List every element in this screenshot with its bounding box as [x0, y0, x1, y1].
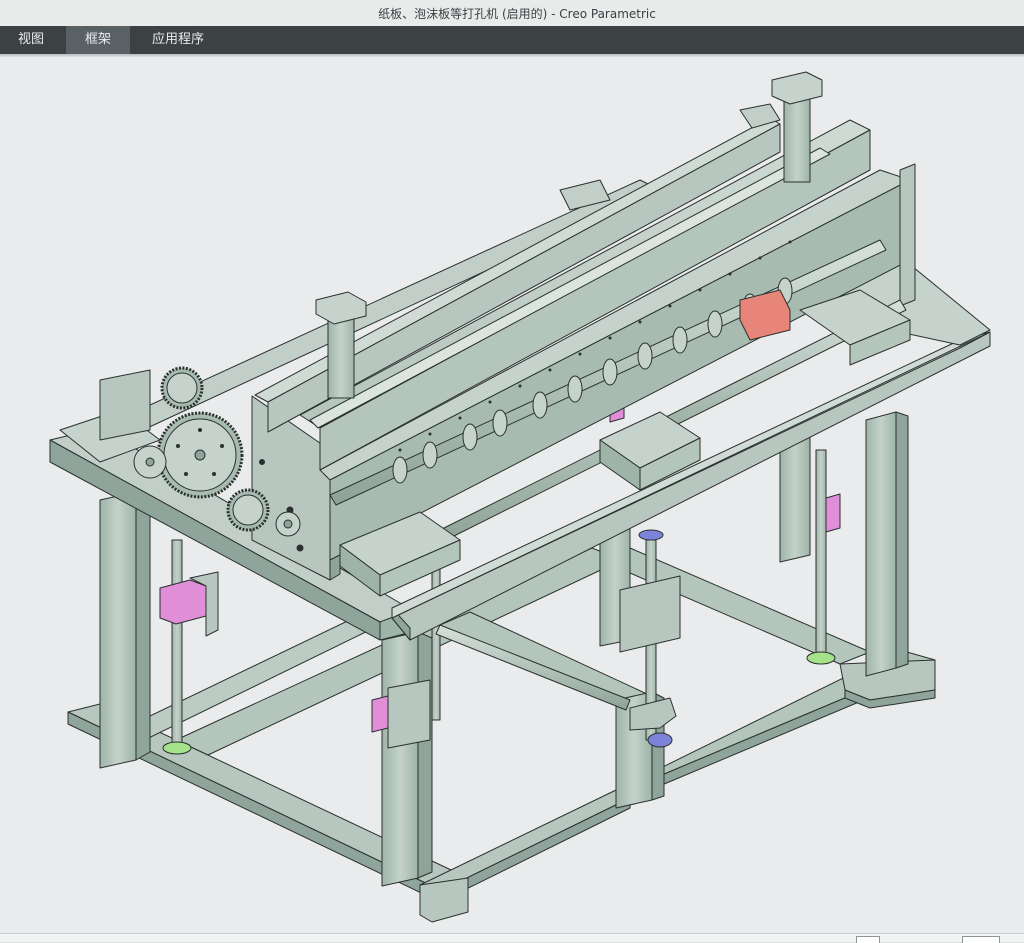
menu-item-frame[interactable]: 框架 [66, 26, 130, 54]
status-right-widget[interactable] [962, 936, 1000, 943]
model-render [49, 71, 991, 923]
menu-bar: 视图 框架 应用程序 [0, 26, 1024, 54]
window-title: 纸板、泡沫板等打孔机 (启用的) - Creo Parametric [378, 7, 656, 21]
menu-item-view[interactable]: 视图 [0, 26, 62, 54]
graphics-viewport[interactable] [0, 57, 1024, 933]
status-left-widget[interactable] [856, 936, 880, 943]
menu-item-applications[interactable]: 应用程序 [136, 26, 220, 54]
title-bar: 纸板、泡沫板等打孔机 (启用的) - Creo Parametric [0, 0, 1024, 27]
